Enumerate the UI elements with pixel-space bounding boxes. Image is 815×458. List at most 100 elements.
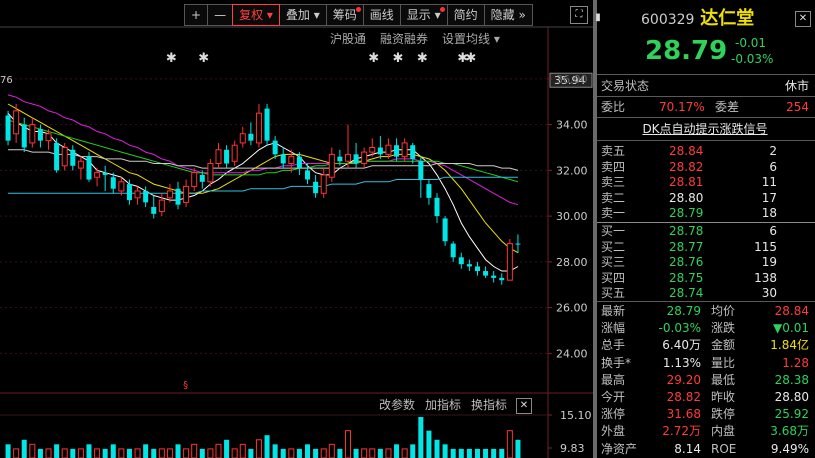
stat-value: 9.49%: [770, 441, 809, 456]
weibi-value: 70.17%: [659, 100, 705, 114]
sells-level-label: 卖五: [601, 144, 626, 158]
volume-bar-down: [442, 444, 448, 458]
volume-bar-down: [21, 439, 27, 458]
buys-volume: 138: [754, 270, 777, 285]
dk-signal-link[interactable]: DK点自动提示涨跌信号: [642, 122, 767, 136]
candle-body-up: [344, 153, 351, 162]
stat-row: 最新 28.79 均价 28.84: [601, 303, 809, 320]
kline-chart[interactable]: 35.9436.0034.0032.0030.0028.0026.0024.00…: [0, 0, 593, 458]
volume-pane-close-icon[interactable]: ✕: [516, 398, 532, 414]
buys-price: 28.77: [669, 239, 704, 254]
volume-bar-up: [239, 443, 246, 458]
trade-status-value: 休市: [784, 79, 809, 93]
volume-bar-down: [175, 444, 181, 458]
stat-label: 最低: [711, 372, 736, 387]
stat-value: 2.72万: [662, 424, 701, 439]
price-axis-label: 32.00: [556, 164, 588, 177]
sells-row[interactable]: 卖一 28.79 18: [601, 205, 809, 221]
candle-body-up: [369, 146, 376, 153]
zoom-in-button[interactable]: +: [184, 4, 209, 26]
stat-label: 内盘: [711, 424, 736, 439]
buys-row[interactable]: 买五 28.74 30: [601, 285, 809, 301]
stat-value: 28.82: [666, 390, 701, 404]
candle-body-down: [151, 206, 157, 214]
sells-row[interactable]: 卖五 28.84 2: [601, 143, 809, 159]
toolbar-button-label: 隐藏 »: [490, 8, 526, 22]
candle-body-down: [37, 129, 43, 141]
fullscreen-icon[interactable]: ⛶: [570, 6, 588, 24]
alert-dot-icon: [439, 7, 445, 12]
candle-body-up: [183, 185, 190, 203]
sells-level-label: 卖二: [601, 190, 626, 205]
stat-value: 1.84亿: [770, 338, 809, 353]
stat-value: 28.84: [774, 304, 809, 318]
event-star-icon: ✱: [198, 51, 209, 66]
buys-level-label: 买二: [601, 239, 626, 254]
candle-body-up: [94, 172, 101, 178]
candle-body-up: [239, 133, 246, 144]
volume-bar-up: [94, 448, 101, 458]
zoom-out-button[interactable]: —: [207, 4, 234, 26]
candle-body-down: [394, 145, 400, 157]
change-params-button[interactable]: 改参数: [379, 397, 415, 412]
volume-bar-down: [418, 417, 424, 458]
panel-menu-icon[interactable]: ▮: [593, 11, 603, 25]
volume-bar-up: [369, 448, 376, 458]
stat-label: 换手*: [601, 355, 632, 370]
buys-row[interactable]: 买三 28.76 19: [601, 254, 809, 270]
candle-body-down: [434, 197, 440, 217]
close-quote-icon[interactable]: ✕: [795, 11, 811, 27]
margin-trading-link[interactable]: 融资融券: [380, 30, 428, 47]
stat-label: 均价: [711, 304, 736, 318]
add-indicator-button[interactable]: 加指标: [425, 397, 461, 412]
adjust-button[interactable]: 复权 ▾: [232, 4, 280, 26]
stat-row: 外盘 2.72万 内盘 3.68万: [601, 423, 809, 440]
volume-bar-down: [353, 448, 359, 458]
candle-body-down: [70, 149, 76, 166]
hide-button[interactable]: 隐藏 »: [483, 4, 533, 26]
hk-connect-link[interactable]: 沪股通: [330, 30, 366, 47]
candle-body-down: [353, 154, 359, 164]
stock-name: 达仁堂: [700, 8, 755, 29]
stat-value: 28.80: [774, 390, 809, 404]
volume-bar-up: [288, 448, 295, 458]
candle-body-up: [288, 156, 295, 165]
stat-row: 涨幅 -0.03% 涨跌 ▼0.01: [601, 320, 809, 337]
volume-bar-up: [231, 448, 238, 458]
sells-row[interactable]: 卖三 28.81 11: [601, 174, 809, 190]
toolbar-button-label: 复权 ▾: [239, 8, 273, 22]
buys-price: 28.75: [669, 270, 704, 285]
candle-body-up: [506, 243, 513, 281]
candle-body-down: [466, 264, 472, 267]
stat-label: 涨停: [601, 407, 626, 422]
candle-body-up: [118, 181, 125, 192]
buys-row[interactable]: 买四 28.75 138: [601, 270, 809, 286]
candle-body-up: [401, 142, 408, 158]
stat-label: 量比: [711, 355, 736, 370]
chips-button[interactable]: 筹码: [325, 4, 364, 26]
simple-button[interactable]: 简约: [446, 4, 485, 26]
display-button[interactable]: 显示 ▾: [399, 4, 448, 26]
draw-line-button[interactable]: 画线: [362, 4, 401, 26]
switch-indicator-button[interactable]: 换指标: [471, 397, 507, 412]
event-star-icon: ✱: [166, 51, 177, 66]
price-axis-label: 24.00: [556, 347, 588, 360]
volume-bar-down: [337, 448, 343, 458]
kline-chart-area[interactable]: 35.94 36.00 34.00 32.00 30.00 28.00 26.00 24.00…: [0, 0, 593, 458]
trade-status-label: 交易状态: [601, 79, 650, 93]
buys-row[interactable]: 买一 28.78 6: [601, 223, 809, 239]
stat-row: 换手* 1.13% 量比 1.28: [601, 355, 809, 372]
stat-value: ▼0.01: [773, 321, 809, 336]
stat-label: 净资产: [601, 441, 638, 456]
stat-label: 今开: [601, 390, 626, 404]
volume-bar-down: [86, 444, 92, 458]
chart-toolbar: + — 复权 ▾ 叠加 ▾ 筹码 画线 显示 ▾ 简约 隐藏 »: [184, 4, 533, 26]
volume-bar-up: [166, 448, 173, 458]
set-ma-button[interactable]: 设置均线 ▾: [442, 30, 500, 47]
overlay-button[interactable]: 叠加 ▾: [278, 4, 327, 26]
sells-row[interactable]: 卖二 28.80 17: [601, 190, 809, 206]
sells-row[interactable]: 卖四 28.82 6: [601, 159, 809, 175]
price-axis-label: 28.00: [556, 256, 588, 269]
buys-row[interactable]: 买二 28.77 115: [601, 239, 809, 255]
candle-body-down: [86, 156, 92, 180]
